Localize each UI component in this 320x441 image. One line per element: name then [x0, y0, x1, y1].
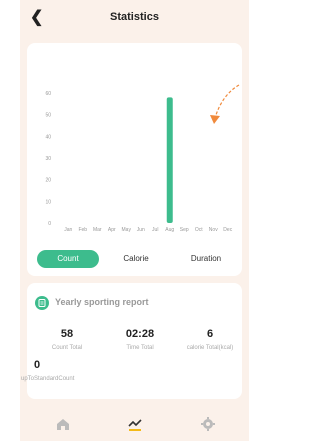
x-tick-label: Nov	[209, 227, 218, 233]
bottom-nav	[20, 410, 249, 441]
x-tick-label: Feb	[78, 227, 87, 233]
x-tick-label: Apr	[108, 227, 116, 233]
tab-count[interactable]: Count	[37, 250, 99, 268]
settings-icon[interactable]	[200, 416, 216, 432]
home-icon[interactable]	[55, 416, 71, 432]
up-to-standard-label: upToStandardCount	[21, 376, 75, 382]
count-total-label: Count Total	[51, 345, 83, 351]
page-title: Statistics	[110, 11, 159, 23]
header: ❮ Statistics	[20, 0, 249, 36]
y-tick-label: 30	[45, 156, 51, 162]
x-tick-label: Dec	[223, 227, 232, 233]
x-tick-label: May	[122, 227, 132, 233]
y-tick-label: 20	[45, 178, 51, 184]
y-tick-label: 0	[48, 221, 51, 227]
yearly-report-card: Yearly sporting report 58 Count Total 02…	[21, 283, 242, 399]
time-total-value: 02:28	[125, 328, 155, 340]
monthly-bar-chart: 0 10 20 30 40 50 60 Jan Feb Mar Apr May Jun Jul Aug Sep…	[45, 84, 240, 233]
statistics-icon[interactable]	[127, 416, 143, 432]
count-total-value: 58	[60, 328, 74, 340]
up-to-standard-value: 0	[33, 359, 41, 371]
time-total-label: Time Total	[126, 345, 154, 351]
report-title: Yearly sporting report	[55, 297, 149, 307]
x-tick-label: Jun	[137, 227, 145, 233]
y-tick-label: 60	[45, 91, 51, 97]
y-tick-label: 50	[45, 113, 51, 119]
tab-duration[interactable]: Duration	[175, 250, 237, 268]
y-tick-label: 40	[45, 134, 51, 140]
report-icon	[35, 296, 49, 310]
tab-calorie[interactable]: Calorie	[105, 250, 167, 268]
x-tick-label: Sep	[180, 227, 189, 233]
metric-tabs: Count Calorie Duration	[37, 250, 237, 268]
y-tick-label: 10	[45, 199, 51, 205]
chart-bar[interactable]	[166, 97, 173, 223]
statistics-screen: ❮ Statistics 0 10 20 30 40 50 60 Jan Feb Mar Apr Ma…	[20, 0, 249, 441]
calorie-total-label: calorie Total(kcal)	[186, 345, 234, 351]
x-tick-label: Jan	[64, 227, 72, 233]
annotation-arrow	[214, 84, 240, 119]
calorie-total-value: 6	[206, 328, 214, 340]
annotation-arrowhead	[210, 115, 220, 124]
x-tick-label: Mar	[93, 227, 102, 233]
x-tick-label: Oct	[195, 227, 203, 233]
x-tick-label: Jul	[152, 227, 158, 233]
x-tick-label: Aug	[165, 227, 174, 233]
chart-card: 0 10 20 30 40 50 60 Jan Feb Mar Apr May Jun Jul Aug Sep…	[27, 43, 242, 276]
